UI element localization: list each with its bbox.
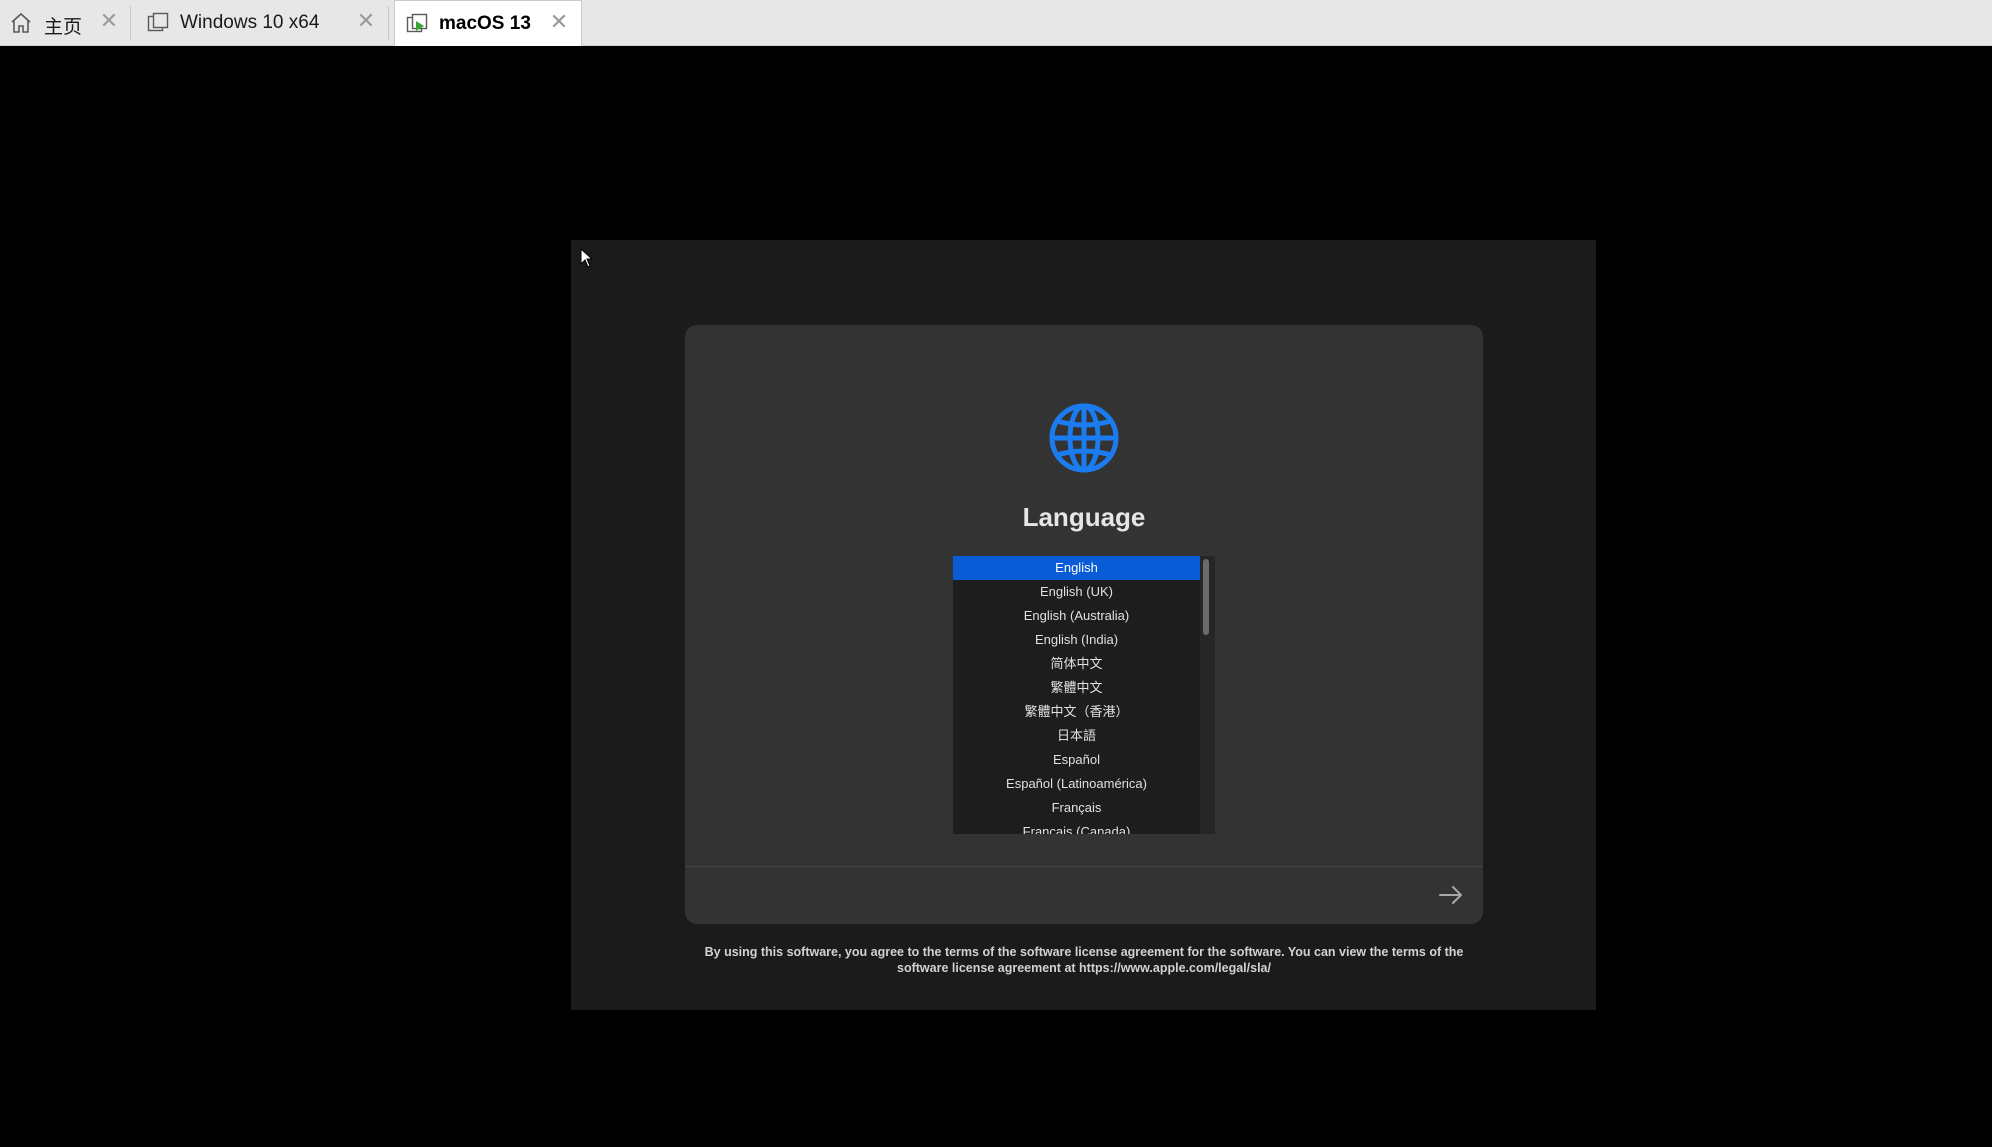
mouse-pointer-icon (580, 248, 594, 268)
language-option[interactable]: 繁體中文 (953, 676, 1200, 700)
vm-console[interactable]: Language English English (UK) English (Aus… (571, 240, 1596, 1010)
language-option[interactable]: English (Australia) (953, 604, 1200, 628)
language-option[interactable]: 日本語 (953, 724, 1200, 748)
home-icon (11, 12, 31, 33)
language-list[interactable]: English English (UK) English (Australia) En… (953, 556, 1215, 834)
language-list-items: English English (UK) English (Australia) En… (953, 556, 1200, 834)
tab-separator (388, 6, 389, 40)
vm-running-icon (406, 13, 428, 33)
language-option[interactable]: Français (Canada) (953, 820, 1200, 834)
vm-icon (147, 12, 169, 32)
tab-label: macOS 13 (439, 13, 531, 34)
language-option[interactable]: English (953, 556, 1200, 580)
tab-macos-13[interactable]: macOS 13 ✕ (394, 0, 582, 46)
tab-label: 主页 (44, 17, 83, 38)
language-option[interactable]: Français (953, 796, 1200, 820)
language-option[interactable]: 简体中文 (953, 652, 1200, 676)
close-icon[interactable]: ✕ (97, 9, 121, 33)
language-option[interactable]: 繁體中文（香港） (953, 700, 1200, 724)
license-text: By using this software, you agree to the… (704, 945, 1464, 975)
language-option[interactable]: Español (Latinoamérica) (953, 772, 1200, 796)
language-option[interactable]: Español (953, 748, 1200, 772)
tab-windows-10[interactable]: Windows 10 x64 ✕ (136, 0, 386, 46)
close-icon[interactable]: ✕ (547, 10, 571, 34)
scrollbar[interactable] (1200, 556, 1215, 834)
tab-separator (130, 6, 131, 40)
globe-icon (1049, 403, 1119, 473)
page-title: Language (1022, 502, 1146, 532)
tab-home[interactable]: 主页 ✕ (0, 0, 128, 46)
installer-panel: Language English English (UK) English (Aus… (685, 325, 1483, 924)
tab-label: Windows 10 x64 (180, 12, 320, 33)
language-option[interactable]: English (India) (953, 628, 1200, 652)
scrollbar-thumb[interactable] (1203, 559, 1209, 635)
language-option[interactable]: English (UK) (953, 580, 1200, 604)
arrow-right-icon[interactable] (1435, 879, 1467, 911)
tab-bar: 主页 ✕ Windows 10 x64 ✕ macOS 13 ✕ (0, 0, 1992, 46)
panel-footer (685, 866, 1483, 924)
close-icon[interactable]: ✕ (354, 9, 378, 33)
